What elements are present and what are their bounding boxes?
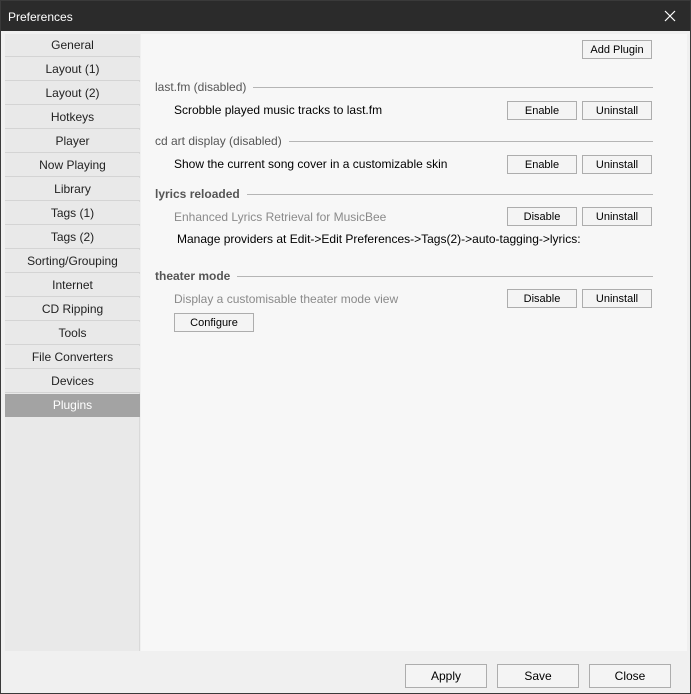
plugin-header-lyrics-reloaded: lyrics reloaded (155, 186, 653, 202)
title-bar: Preferences (1, 1, 690, 31)
window-title: Preferences (8, 10, 73, 24)
save-button[interactable]: Save (497, 664, 579, 688)
plugin-description: Enhanced Lyrics Retrieval for MusicBee (174, 210, 387, 224)
sidebar-item-hotkeys[interactable]: Hotkeys (5, 106, 140, 129)
plugin-description: Show the current song cover in a customi… (174, 157, 448, 171)
add-plugin-button[interactable]: Add Plugin (582, 40, 652, 59)
sidebar-item-now-playing[interactable]: Now Playing (5, 154, 140, 177)
plugin-name: last.fm (disabled) (155, 80, 247, 94)
sidebar-item-general[interactable]: General (5, 34, 140, 57)
sidebar-item-tags-1[interactable]: Tags (1) (5, 202, 140, 225)
sidebar-item-devices[interactable]: Devices (5, 370, 140, 393)
preferences-sidebar: General Layout (1) Layout (2) Hotkeys Pl… (5, 34, 140, 651)
sidebar-item-player[interactable]: Player (5, 130, 140, 153)
plugin-description: Display a customisable theater mode view (174, 292, 399, 306)
sidebar-item-file-converters[interactable]: File Converters (5, 346, 140, 369)
apply-button[interactable]: Apply (405, 664, 487, 688)
plugin-name: lyrics reloaded (155, 187, 240, 201)
lyrics-disable-button[interactable]: Disable (507, 207, 577, 226)
close-window-button[interactable] (650, 1, 690, 31)
plugin-header-theater-mode: theater mode (155, 268, 653, 284)
plugin-name: theater mode (155, 269, 231, 283)
section-divider (288, 140, 653, 142)
lyrics-uninstall-button[interactable]: Uninstall (582, 207, 652, 226)
cd-art-enable-button[interactable]: Enable (507, 155, 577, 174)
plugins-panel: Add Plugin last.fm (disabled) Scrobble p… (141, 34, 687, 651)
dialog-body: General Layout (1) Layout (2) Hotkeys Pl… (1, 31, 690, 693)
plugin-header-cd-art-display: cd art display (disabled) (155, 133, 653, 149)
sidebar-item-tags-2[interactable]: Tags (2) (5, 226, 140, 249)
plugin-name: cd art display (disabled) (155, 134, 282, 148)
close-button[interactable]: Close (589, 664, 671, 688)
lastfm-enable-button[interactable]: Enable (507, 101, 577, 120)
close-icon (664, 10, 676, 22)
section-divider (246, 193, 653, 195)
theater-uninstall-button[interactable]: Uninstall (582, 289, 652, 308)
cd-art-uninstall-button[interactable]: Uninstall (582, 155, 652, 174)
sidebar-item-sorting-grouping[interactable]: Sorting/Grouping (5, 250, 140, 273)
sidebar-item-internet[interactable]: Internet (5, 274, 140, 297)
sidebar-item-cd-ripping[interactable]: CD Ripping (5, 298, 140, 321)
sidebar-item-plugins[interactable]: Plugins (5, 394, 140, 417)
sidebar-item-tools[interactable]: Tools (5, 322, 140, 345)
sidebar-item-layout-1[interactable]: Layout (1) (5, 58, 140, 81)
plugin-header-lastfm: last.fm (disabled) (155, 79, 653, 95)
section-divider (237, 275, 653, 277)
section-divider (253, 86, 653, 88)
lastfm-uninstall-button[interactable]: Uninstall (582, 101, 652, 120)
sidebar-item-layout-2[interactable]: Layout (2) (5, 82, 140, 105)
preferences-window: Preferences General Layout (1) Layout (2… (0, 0, 691, 694)
plugin-note: Manage providers at Edit->Edit Preferenc… (177, 232, 581, 246)
sidebar-item-library[interactable]: Library (5, 178, 140, 201)
theater-configure-button[interactable]: Configure (174, 313, 254, 332)
plugin-description: Scrobble played music tracks to last.fm (174, 103, 383, 117)
theater-disable-button[interactable]: Disable (507, 289, 577, 308)
